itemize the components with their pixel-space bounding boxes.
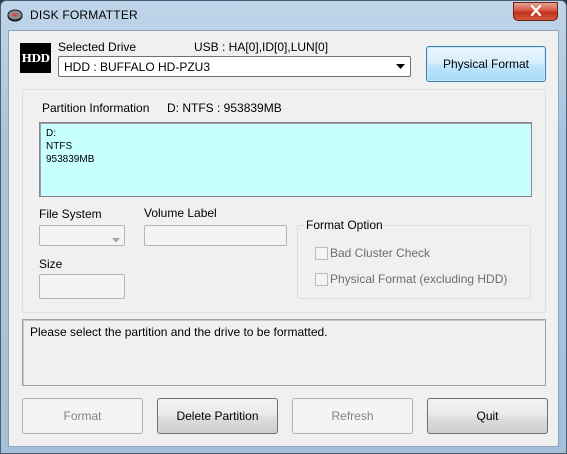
status-text: Please select the partition and the driv… — [30, 325, 328, 339]
disk-formatter-window: DISK FORMATTER HDD Selected Drive USB : … — [0, 0, 567, 454]
volume-label-input[interactable] — [144, 225, 287, 246]
quit-button[interactable]: Quit — [427, 398, 548, 434]
dialog-body: HDD Selected Drive USB : HA[0],ID[0],LUN… — [8, 30, 559, 447]
partition-line-drive: D: — [46, 128, 56, 139]
hdd-logo: HDD — [20, 43, 51, 73]
delete-partition-button[interactable]: Delete Partition — [157, 398, 278, 434]
partition-list[interactable]: D: NTFS 953839MB — [39, 122, 532, 197]
usb-info: USB : HA[0],ID[0],LUN[0] — [194, 40, 329, 54]
refresh-button[interactable]: Refresh — [292, 398, 413, 434]
partition-summary: D: NTFS : 953839MB — [167, 101, 282, 115]
bad-cluster-label: Bad Cluster Check — [330, 246, 431, 260]
window-title: DISK FORMATTER — [30, 8, 138, 22]
partition-line-fs: NTFS — [46, 141, 73, 152]
close-button[interactable] — [513, 2, 558, 21]
format-option-title: Format Option — [304, 218, 385, 232]
partition-info-label: Partition Information — [42, 101, 150, 115]
close-icon — [530, 4, 542, 19]
partition-line-size: 953839MB — [46, 154, 95, 165]
format-option-group — [297, 225, 531, 299]
volume-label-label: Volume Label — [144, 206, 217, 220]
disk-icon — [7, 7, 23, 23]
status-box: Please select the partition and the driv… — [22, 319, 546, 386]
drive-select-value: HDD : BUFFALO HD-PZU3 — [64, 60, 211, 74]
physical-excl-checkbox[interactable] — [315, 273, 328, 286]
selected-drive-label: Selected Drive — [58, 40, 137, 54]
chevron-down-icon — [395, 61, 406, 72]
chevron-down-icon — [112, 232, 120, 246]
physical-format-button[interactable]: Physical Format — [426, 46, 546, 82]
physical-excl-label: Physical Format (excluding HDD) — [330, 272, 508, 286]
file-system-label: File System — [39, 207, 102, 221]
size-input[interactable] — [39, 274, 125, 299]
size-label: Size — [39, 257, 63, 271]
file-system-select[interactable] — [39, 225, 125, 246]
title-bar[interactable]: DISK FORMATTER — [1, 1, 566, 29]
format-button[interactable]: Format — [22, 398, 143, 434]
drive-select[interactable]: HDD : BUFFALO HD-PZU3 — [58, 56, 411, 77]
bad-cluster-checkbox[interactable] — [315, 247, 328, 260]
